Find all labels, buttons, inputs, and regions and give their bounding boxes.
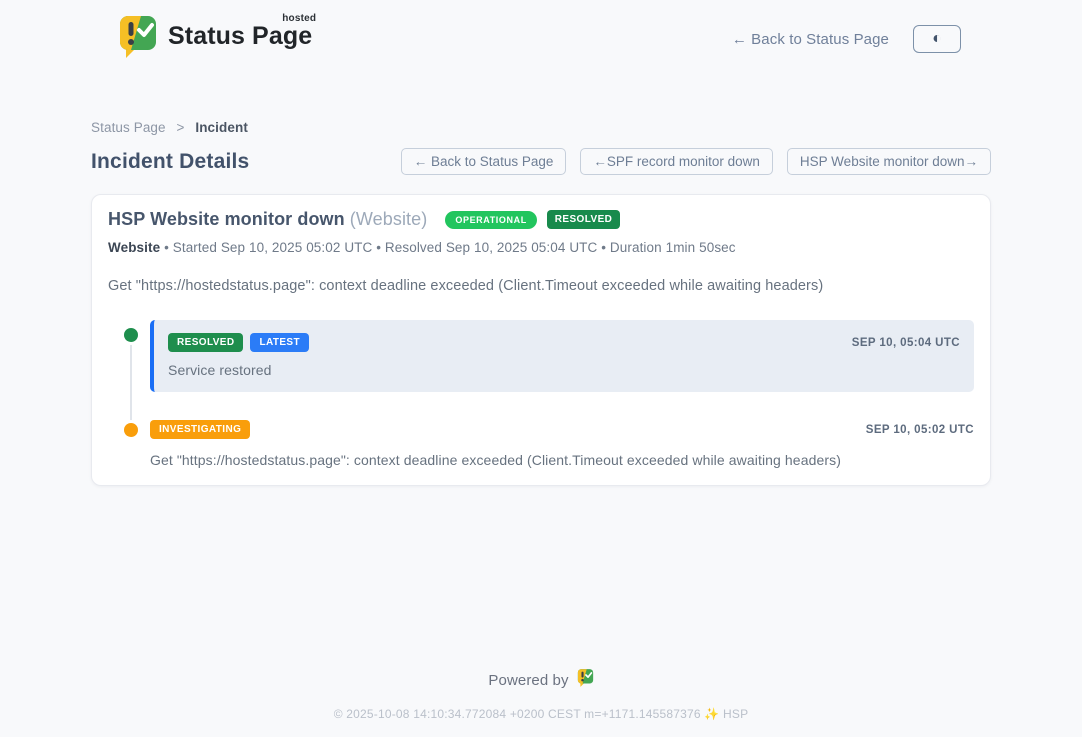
breadcrumb-incident: Incident <box>195 120 248 135</box>
latest-badge: LATEST <box>250 333 309 352</box>
logo-hosted-badge: hosted <box>282 13 316 24</box>
investigating-badge: INVESTIGATING <box>150 420 250 439</box>
timeline-badges: RESOLVED LATEST <box>168 333 309 352</box>
footer: Powered by © 2025-10-08 14:10:34.772084 … <box>0 668 1082 721</box>
powered-by-label: Powered by <box>488 672 568 689</box>
timeline-dot-green <box>124 328 138 342</box>
logo-title: Status Page hosted <box>168 22 312 51</box>
timeline-badges: INVESTIGATING <box>150 420 250 439</box>
status-page-logo-icon <box>118 14 158 65</box>
header-back-link[interactable]: ← Back to Status Page <box>732 31 889 48</box>
incident-meta-details: • Started Sep 10, 2025 05:02 UTC • Resol… <box>160 240 735 255</box>
timeline-timestamp: SEP 10, 05:02 UTC <box>866 424 974 436</box>
copyright-text: © 2025-10-08 14:10:34.772084 +0200 CEST … <box>0 707 1082 721</box>
incident-card: HSP Website monitor down (Website) OPERA… <box>91 194 991 486</box>
timeline-item-header: RESOLVED LATEST SEP 10, 05:04 UTC <box>168 333 960 352</box>
resolved-status-badge: RESOLVED <box>547 210 620 229</box>
incident-title: HSP Website monitor down <box>108 209 345 230</box>
resolved-badge: RESOLVED <box>168 333 243 352</box>
back-to-status-page-button[interactable]: ← Back to Status Page <box>401 148 567 175</box>
theme-toggle-button[interactable]: ◐ <box>913 25 961 53</box>
page-title: Incident Details <box>91 150 249 174</box>
main-content: Status Page > Incident Incident Details … <box>91 120 991 486</box>
timeline-item-header: INVESTIGATING SEP 10, 05:02 UTC <box>150 420 974 439</box>
incident-title-row: HSP Website monitor down (Website) OPERA… <box>108 209 974 230</box>
next-incident-button[interactable]: HSP Website monitor down→ <box>787 148 991 175</box>
title-row: Incident Details ← Back to Status Page ←… <box>91 148 991 175</box>
incident-meta: Website • Started Sep 10, 2025 05:02 UTC… <box>108 240 974 255</box>
previous-incident-button[interactable]: ←SPF record monitor down <box>580 148 773 175</box>
incident-description: Get "https://hostedstatus.page": context… <box>108 278 974 294</box>
powered-by-logo-icon <box>577 668 594 692</box>
timeline-timestamp: SEP 10, 05:04 UTC <box>852 337 960 349</box>
timeline-message: Service restored <box>168 362 960 378</box>
header-actions: ← Back to Status Page ◐ <box>732 25 961 53</box>
breadcrumb-separator: > <box>177 120 185 135</box>
half-circle-contrast-icon: ◐ <box>932 31 942 47</box>
breadcrumb: Status Page > Incident <box>91 120 991 135</box>
incident-meta-component: Website <box>108 240 160 255</box>
incident-nav-buttons: ← Back to Status Page ←SPF record monito… <box>401 148 991 175</box>
breadcrumb-status-page[interactable]: Status Page <box>91 120 166 135</box>
logo[interactable]: Status Page hosted <box>118 14 312 65</box>
header: Status Page hosted ← Back to Status Page… <box>0 0 1082 64</box>
timeline-item-investigating: INVESTIGATING SEP 10, 05:02 UTC Get "htt… <box>108 420 974 468</box>
timeline-highlight-box: RESOLVED LATEST SEP 10, 05:04 UTC Servic… <box>150 320 974 392</box>
operational-status-badge: OPERATIONAL <box>445 211 536 229</box>
incident-component-label: (Website) <box>350 209 428 230</box>
timeline-message: Get "https://hostedstatus.page": context… <box>150 452 974 468</box>
timeline-item-resolved: RESOLVED LATEST SEP 10, 05:04 UTC Servic… <box>108 320 974 392</box>
powered-by-link[interactable]: Powered by <box>488 668 593 692</box>
incident-timeline: RESOLVED LATEST SEP 10, 05:04 UTC Servic… <box>108 320 974 468</box>
timeline-dot-orange <box>124 423 138 437</box>
